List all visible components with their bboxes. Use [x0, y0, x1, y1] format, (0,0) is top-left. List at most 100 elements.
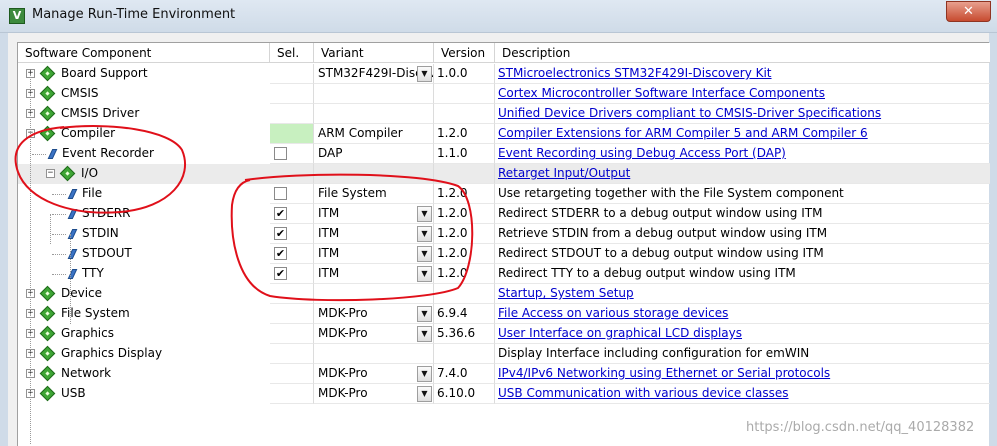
column-header-variant[interactable]: Variant: [314, 43, 434, 63]
variant-value: ITM: [318, 266, 340, 280]
selection-cell: [270, 104, 314, 124]
description-link[interactable]: Cortex Microcontroller Software Interfac…: [498, 86, 825, 100]
chevron-down-icon[interactable]: ▼: [417, 246, 432, 262]
description-link[interactable]: Retarget Input/Output: [498, 166, 630, 180]
chevron-down-icon[interactable]: ▼: [417, 66, 432, 82]
table-row[interactable]: + CMSIS Cortex Microcontroller Software In…: [18, 84, 990, 104]
table-row[interactable]: File File System 1.2.0 Use retargeting toge…: [18, 184, 990, 204]
table-row[interactable]: + Graphics Display Display Interface inclu…: [18, 344, 990, 364]
component-name: Compiler: [61, 126, 116, 140]
component-tree-grid: Software Component Sel. Variant Version …: [17, 42, 990, 446]
description-cell: Startup, System Setup: [495, 284, 990, 304]
version-cell: 1.1.0: [434, 144, 495, 164]
column-header-version[interactable]: Version: [434, 43, 495, 63]
chevron-down-icon[interactable]: ▼: [417, 386, 432, 402]
description-cell: User Interface on graphical LCD displays: [495, 324, 990, 344]
description-link[interactable]: Startup, System Setup: [498, 286, 634, 300]
component-name: File System: [61, 306, 130, 320]
selection-cell: [270, 124, 314, 144]
description-link[interactable]: STMicroelectronics STM32F429I-Discovery …: [498, 66, 772, 80]
description-link[interactable]: File Access on various storage devices: [498, 306, 728, 320]
select-checkbox[interactable]: ✔: [274, 207, 287, 220]
table-row[interactable]: − I/O Retarget Input/Output: [18, 164, 990, 184]
chevron-down-icon[interactable]: ▼: [417, 366, 432, 382]
collapse-toggle[interactable]: −: [46, 169, 55, 178]
component-group-icon: [39, 85, 56, 102]
component-name-cell: − I/O: [18, 164, 270, 184]
selection-cell[interactable]: ✔: [270, 264, 314, 284]
variant-cell[interactable]: MDK-Pro ▼: [314, 324, 434, 344]
variant-value: MDK-Pro: [318, 366, 368, 380]
version-cell: [434, 164, 495, 184]
description-link[interactable]: USB Communication with various device cl…: [498, 386, 789, 400]
column-header-description[interactable]: Description: [495, 43, 990, 63]
chevron-down-icon[interactable]: ▼: [417, 306, 432, 322]
table-row[interactable]: + Device Startup, System Setup: [18, 284, 990, 304]
variant-value: ITM: [318, 246, 340, 260]
variant-cell[interactable]: STM32F429I-Discovery▼: [314, 64, 434, 84]
description-cell: IPv4/IPv6 Networking using Ethernet or S…: [495, 364, 990, 384]
table-row[interactable]: + File System MDK-Pro ▼ 6.9.4 File Access on …: [18, 304, 990, 324]
close-button[interactable]: ✕: [946, 1, 991, 22]
component-name-cell: + CMSIS Driver: [18, 104, 270, 124]
select-checkbox[interactable]: ✔: [274, 267, 287, 280]
table-row[interactable]: − Compiler ARM Compiler 1.2.0 Compiler Exten…: [18, 124, 990, 144]
table-row[interactable]: Event Recorder DAP 1.1.0 Event Recording us…: [18, 144, 990, 164]
component-group-icon: [39, 345, 56, 362]
chevron-down-icon[interactable]: ▼: [417, 326, 432, 342]
description-cell: Redirect STDERR to a debug output window…: [495, 204, 990, 224]
selection-cell[interactable]: [270, 184, 314, 204]
description-link[interactable]: Unified Device Drivers compliant to CMSI…: [498, 106, 881, 120]
variant-cell[interactable]: ITM ▼: [314, 224, 434, 244]
description-link[interactable]: User Interface on graphical LCD displays: [498, 326, 742, 340]
variant-cell[interactable]: ITM ▼: [314, 204, 434, 224]
variant-cell[interactable]: MDK-Pro ▼: [314, 364, 434, 384]
version-cell: 1.2.0: [434, 244, 495, 264]
table-row[interactable]: STDERR ✔ ITM ▼ 1.2.0 Redirect STDERR to a deb…: [18, 204, 990, 224]
variant-cell[interactable]: MDK-Pro ▼: [314, 384, 434, 404]
table-row[interactable]: + USB MDK-Pro ▼ 6.10.0 USB Communication with…: [18, 384, 990, 404]
description-text: Display Interface including configuratio…: [498, 346, 810, 360]
selection-cell[interactable]: [270, 144, 314, 164]
component-group-icon: [39, 125, 56, 142]
select-checkbox[interactable]: [274, 147, 287, 160]
description-link[interactable]: Compiler Extensions for ARM Compiler 5 a…: [498, 126, 868, 140]
table-row[interactable]: + Graphics MDK-Pro ▼ 5.36.6 User Interface on…: [18, 324, 990, 344]
component-icon: [67, 189, 78, 199]
chevron-down-icon[interactable]: ▼: [417, 266, 432, 282]
table-row[interactable]: + CMSIS Driver Unified Device Drivers comp…: [18, 104, 990, 124]
description-cell: Redirect TTY to a debug output window us…: [495, 264, 990, 284]
chevron-down-icon[interactable]: ▼: [417, 206, 432, 222]
table-row[interactable]: TTY ✔ ITM ▼ 1.2.0 Redirect TTY to a debug out…: [18, 264, 990, 284]
description-text: Redirect STDOUT to a debug output window…: [498, 246, 824, 260]
component-name: CMSIS: [61, 86, 99, 100]
selection-cell[interactable]: ✔: [270, 224, 314, 244]
component-name-cell: + File System: [18, 304, 270, 324]
component-name: Event Recorder: [62, 146, 154, 160]
table-row[interactable]: +Board Support STM32F429I-Discovery▼1.0.0…: [18, 64, 990, 84]
selection-cell: [270, 304, 314, 324]
component-name: TTY: [82, 266, 104, 280]
window-frame-right: [989, 33, 997, 446]
description-cell: Retrieve STDIN from a debug output windo…: [495, 224, 990, 244]
table-row[interactable]: + Network MDK-Pro ▼ 7.4.0 IPv4/IPv6 Networkin…: [18, 364, 990, 384]
column-header-sel[interactable]: Sel.: [270, 43, 314, 63]
description-link[interactable]: Event Recording using Debug Access Port …: [498, 146, 786, 160]
variant-value: DAP: [318, 146, 343, 160]
table-row[interactable]: STDIN ✔ ITM ▼ 1.2.0 Retrieve STDIN from a deb…: [18, 224, 990, 244]
variant-cell[interactable]: ITM ▼: [314, 244, 434, 264]
selection-cell[interactable]: ✔: [270, 244, 314, 264]
description-link[interactable]: IPv4/IPv6 Networking using Ethernet or S…: [498, 366, 830, 380]
select-checkbox[interactable]: ✔: [274, 247, 287, 260]
description-text: Retrieve STDIN from a debug output windo…: [498, 226, 828, 240]
description-cell: USB Communication with various device cl…: [495, 384, 990, 404]
variant-cell[interactable]: MDK-Pro ▼: [314, 304, 434, 324]
table-row[interactable]: STDOUT ✔ ITM ▼ 1.2.0 Redirect STDOUT to a deb…: [18, 244, 990, 264]
variant-cell[interactable]: ITM ▼: [314, 264, 434, 284]
description-text: Use retargeting together with the File S…: [498, 186, 844, 200]
select-checkbox[interactable]: ✔: [274, 227, 287, 240]
selection-cell[interactable]: ✔: [270, 204, 314, 224]
chevron-down-icon[interactable]: ▼: [417, 226, 432, 242]
select-checkbox[interactable]: [274, 187, 287, 200]
column-header-component[interactable]: Software Component: [18, 43, 270, 63]
